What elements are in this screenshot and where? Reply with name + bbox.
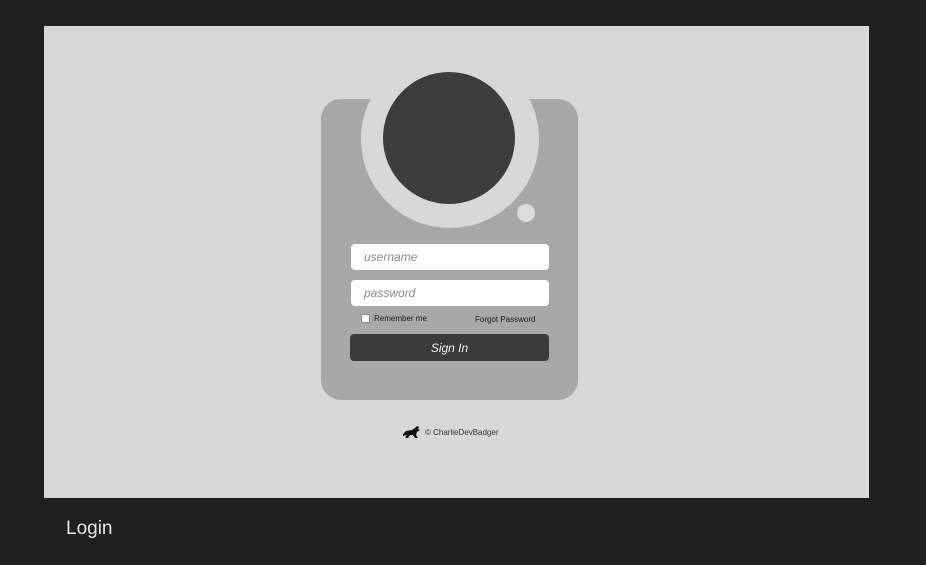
password-input[interactable] — [351, 280, 549, 306]
remember-label: Remember me — [374, 314, 427, 323]
page-title: Login — [66, 518, 113, 539]
remember-me[interactable]: Remember me — [361, 314, 427, 323]
status-dot — [517, 204, 535, 222]
forgot-password-link[interactable]: Forgot Password — [475, 315, 535, 324]
sign-in-button[interactable]: Sign In — [350, 334, 549, 361]
avatar — [383, 72, 515, 204]
badger-icon — [402, 425, 422, 439]
copyright-text: © CharlieDevBadger — [425, 427, 499, 437]
login-screen: Remember me Forgot Password Sign In © Ch… — [44, 26, 869, 498]
footer-credit: © CharlieDevBadger — [402, 425, 498, 439]
remember-checkbox[interactable] — [361, 314, 370, 323]
username-input[interactable] — [351, 244, 549, 270]
